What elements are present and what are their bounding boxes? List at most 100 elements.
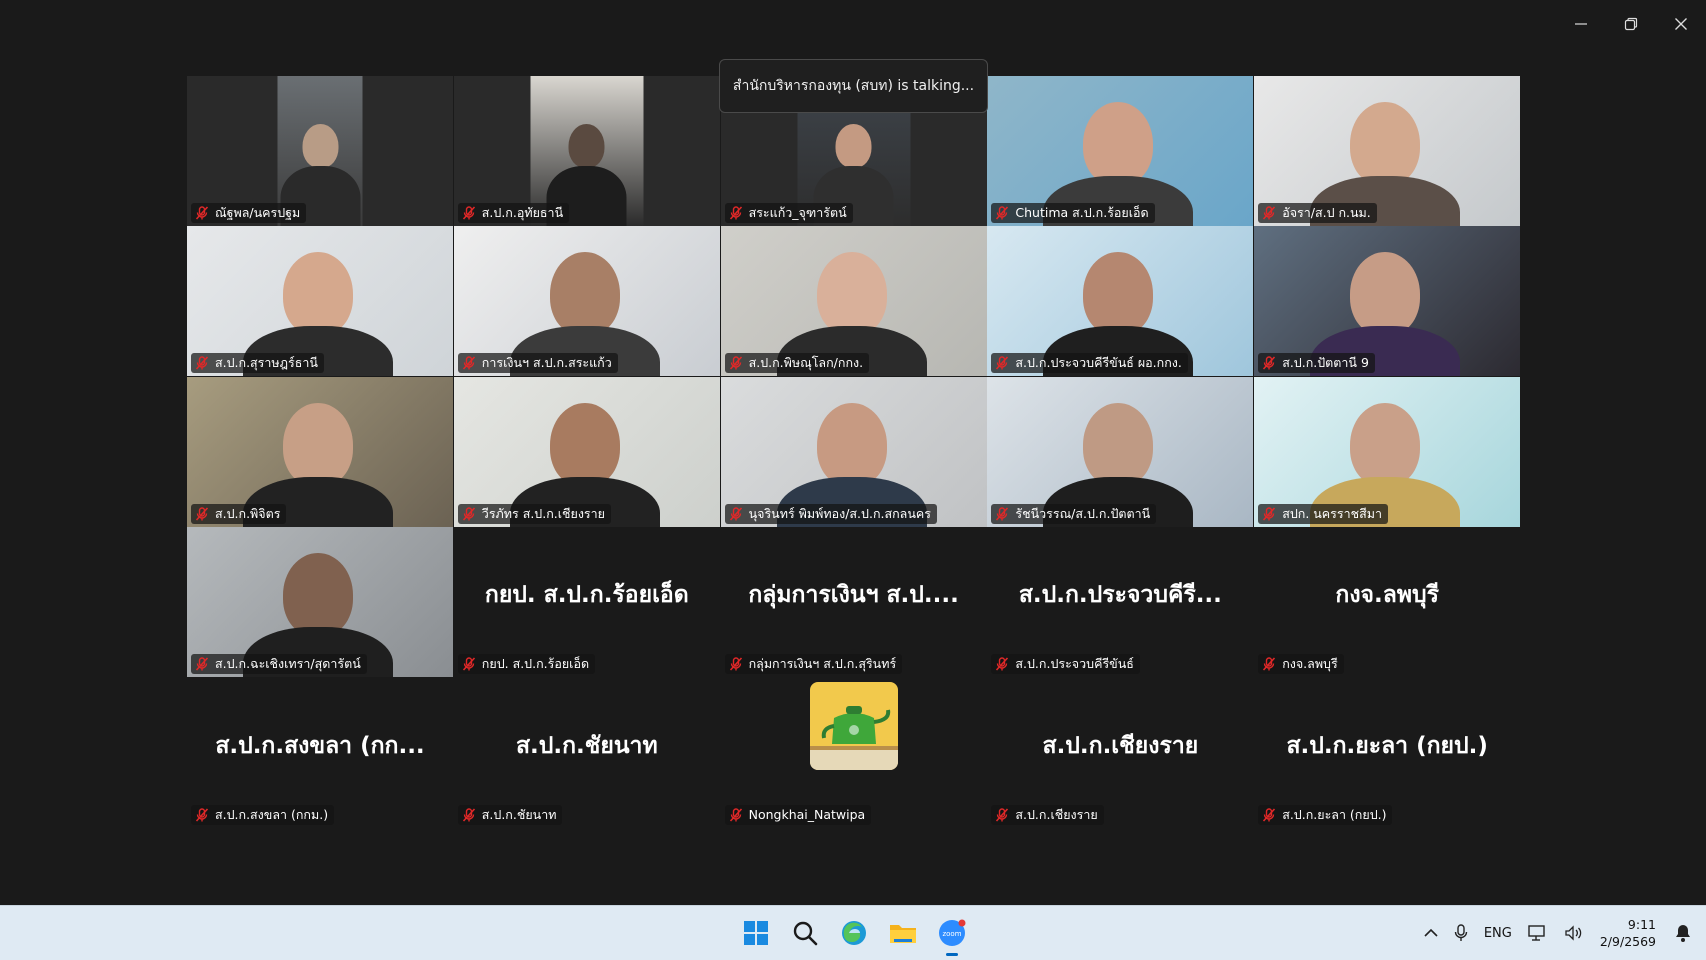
participant-tile[interactable]: Chutima ส.ป.ก.ร้อยเอ็ด (987, 76, 1254, 226)
chevron-up-icon[interactable] (1416, 906, 1446, 960)
participant-name: รัชนีวรรณ/ส.ป.ก.ปัตตานี (1015, 505, 1151, 521)
close-icon[interactable] (1656, 0, 1706, 48)
participant-tile[interactable]: ส.ป.ก.ประจวบคีรีขันธ์ ผอ.กกง. (987, 226, 1254, 377)
participant-name-tag: ส.ป.ก.ฉะเชิงเทรา/สุดารัตน์ (191, 654, 367, 675)
participant-tile[interactable]: การเงินฯ ส.ป.ก.สระแก้ว (453, 226, 720, 377)
muted-mic-icon (1263, 356, 1276, 370)
participant-tile[interactable]: ส.ป.ก.ฉะเชิงเทรา/สุดารัตน์ (187, 527, 453, 678)
muted-mic-icon (195, 807, 209, 822)
participant-tile[interactable]: กยป. ส.ป.ก.ร้อยเอ็ด กยป. ส.ป.ก.ร้อยเอ็ด (453, 527, 720, 678)
participant-tile[interactable]: สปก. นครราชสีมา (1254, 376, 1521, 527)
participant-name-tag: ส.ป.ก.ปัตตานี 9 (1258, 353, 1375, 374)
participant-name: ส.ป.ก.อุทัยธานี (481, 205, 564, 220)
file-explorer-icon[interactable] (885, 915, 921, 951)
participant-tile[interactable]: ณัฐพล/นครปฐม (187, 76, 453, 226)
participant-name-tag: การเงินฯ ส.ป.ก.สระแก้ว (457, 353, 618, 374)
muted-mic-icon (462, 507, 475, 521)
participant-name: Nongkhai_Natwipa (748, 807, 866, 823)
participant-display-name: ส.ป.ก.ชัยนาท (515, 732, 658, 759)
active-speaker-text: สำนักบริหารกองทุน (สบท) is talking... (732, 78, 975, 94)
participant-name: ส.ป.ก.ยะลา (กยป.) (1282, 806, 1387, 822)
participant-name-tag: ส.ป.ก.อุทัยธานี (457, 203, 570, 223)
search-icon[interactable] (787, 915, 823, 951)
participant-name: ส.ป.ก.สงขลา (กกม.) (215, 806, 329, 822)
system-clock[interactable]: 9:11 2/9/2569 (1592, 916, 1666, 950)
muted-mic-icon (996, 206, 1009, 220)
clock-date: 2/9/2569 (1599, 934, 1656, 949)
taskbar: zoom ENG 9:11 2/9/2569 (0, 905, 1706, 960)
muted-mic-icon (729, 507, 742, 521)
participant-display-name: กลุ่มการเงินฯ ส.ป.... (748, 582, 959, 609)
window-controls (1556, 0, 1706, 48)
participant-name: กงจ.ลพบุรี (1282, 656, 1338, 672)
active-speaker-toast: สำนักบริหารกองทุน (สบท) is talking... (719, 59, 988, 113)
participant-tile[interactable]: ส.ป.ก.ประจวบคีรี... ส.ป.ก.ประจวบคีรีขันธ์ (987, 527, 1254, 678)
muted-mic-icon (729, 356, 742, 370)
participant-name-tag: ณัฐพล/นครปฐม (191, 203, 307, 223)
participant-name-tag: กยป. ส.ป.ก.ร้อยเอ็ด (457, 654, 596, 675)
svg-text:zoom: zoom (942, 930, 961, 938)
participant-display-name: ส.ป.ก.เชียงราย (1042, 732, 1199, 759)
participant-tile[interactable]: วีรภัทร ส.ป.ก.เชียงราย (453, 376, 720, 527)
participant-name: วีรภัทร ส.ป.ก.เชียงราย (481, 505, 605, 521)
participant-tile[interactable]: ส.ป.ก.ยะลา (กยป.) ส.ป.ก.ยะลา (กยป.) (1254, 677, 1521, 828)
participant-tile[interactable]: กลุ่มการเงินฯ ส.ป.... กลุ่มการเงินฯ ส.ป.ก… (720, 527, 987, 678)
participant-name: อัจรา/ส.ป ก.นม. (1282, 205, 1371, 220)
zoom-app-icon[interactable]: zoom (934, 915, 970, 956)
participant-tile[interactable]: ส.ป.ก.พิษณุโลก/กกง. (720, 226, 987, 377)
participant-name: นุจรินทร์ พิมพ์ทอง/ส.ป.ก.สกลนคร (748, 505, 931, 521)
participant-tile[interactable]: ส.ป.ก.เชียงราย ส.ป.ก.เชียงราย (987, 677, 1254, 828)
participant-name: ส.ป.ก.สุราษฎร์ธานี (215, 355, 318, 371)
participant-name-tag: กลุ่มการเงินฯ ส.ป.ก.สุรินทร์ (724, 654, 903, 675)
participant-name: ณัฐพล/นครปฐม (215, 205, 301, 220)
participant-name: กลุ่มการเงินฯ ส.ป.ก.สุรินทร์ (748, 656, 897, 672)
participant-name-tag: นุจรินทร์ พิมพ์ทอง/ส.ป.ก.สกลนคร (724, 503, 937, 524)
network-icon[interactable] (1520, 906, 1556, 960)
muted-mic-icon (729, 206, 742, 220)
volume-icon[interactable] (1556, 906, 1592, 960)
minimize-icon[interactable] (1556, 0, 1606, 48)
participant-display-name: ส.ป.ก.ประจวบคีรี... (1018, 582, 1222, 609)
participant-name: กยป. ส.ป.ก.ร้อยเอ็ด (481, 656, 590, 672)
participant-tile[interactable]: กงจ.ลพบุรี กงจ.ลพบุรี (1254, 527, 1521, 678)
kettle-icon (809, 681, 898, 770)
participant-gallery: ณัฐพล/นครปฐม ส.ป.ก.อุทัยธานี สระแก้ว_จุฑาร… (187, 76, 1521, 828)
microphone-icon[interactable] (1446, 906, 1476, 960)
participant-name: ส.ป.ก.ประจวบคีรีขันธ์ ผอ.กกง. (1015, 355, 1182, 371)
participant-display-name: กงจ.ลพบุรี (1335, 582, 1439, 609)
language-indicator[interactable]: ENG (1476, 906, 1520, 960)
participant-tile[interactable]: ส.ป.ก.อุทัยธานี (453, 76, 720, 226)
participant-name: สปก. นครราชสีมา (1282, 505, 1382, 521)
participant-tile[interactable]: นุจรินทร์ พิมพ์ทอง/ส.ป.ก.สกลนคร (720, 376, 987, 527)
participant-name-tag: วีรภัทร ส.ป.ก.เชียงราย (457, 503, 611, 524)
restore-icon[interactable] (1606, 0, 1656, 48)
muted-mic-icon (996, 356, 1009, 370)
muted-mic-icon (1263, 206, 1276, 220)
edge-browser-icon[interactable] (836, 915, 872, 951)
participant-tile[interactable]: ส.ป.ก.ปัตตานี 9 (1254, 226, 1521, 377)
muted-mic-icon (1263, 657, 1276, 671)
participant-tile[interactable]: ส.ป.ก.พิจิตร (187, 376, 453, 527)
participant-name-tag: ส.ป.ก.เชียงราย (991, 804, 1104, 825)
participant-name-tag: ส.ป.ก.สุราษฎร์ธานี (191, 353, 324, 374)
participant-name-tag: ส.ป.ก.พิษณุโลก/กกง. (724, 353, 870, 374)
participant-tile[interactable]: ส.ป.ก.สุราษฎร์ธานี (187, 226, 453, 377)
participant-name: ส.ป.ก.ฉะเชิงเทรา/สุดารัตน์ (215, 656, 361, 672)
system-tray: ENG 9:11 2/9/2569 (1416, 906, 1706, 960)
participant-name-tag: ส.ป.ก.ประจวบคีรีขันธ์ ผอ.กกง. (991, 353, 1188, 374)
participant-tile[interactable]: ส.ป.ก.สงขลา (กก... ส.ป.ก.สงขลา (กกม.) (187, 677, 453, 828)
participant-name-tag: สปก. นครราชสีมา (1258, 503, 1388, 524)
participant-tile[interactable]: ส.ป.ก.ชัยนาท ส.ป.ก.ชัยนาท (453, 677, 720, 828)
participant-tile[interactable]: อัจรา/ส.ป ก.นม. (1254, 76, 1521, 226)
participant-tile[interactable]: รัชนีวรรณ/ส.ป.ก.ปัตตานี (987, 376, 1254, 527)
notification-bell-icon[interactable] (1666, 906, 1706, 960)
participant-name-tag: ส.ป.ก.พิจิตร (191, 503, 287, 524)
muted-mic-icon (729, 807, 742, 822)
windows-start-icon[interactable] (738, 915, 774, 951)
muted-mic-icon (996, 507, 1009, 521)
participant-name-tag: ส.ป.ก.ยะลา (กยป.) (1258, 804, 1393, 825)
muted-mic-icon (462, 206, 475, 220)
participant-display-name: ส.ป.ก.ยะลา (กยป.) (1286, 732, 1488, 759)
muted-mic-icon (1263, 807, 1276, 822)
participant-tile[interactable]: Nongkhai_Natwipa (720, 677, 987, 828)
